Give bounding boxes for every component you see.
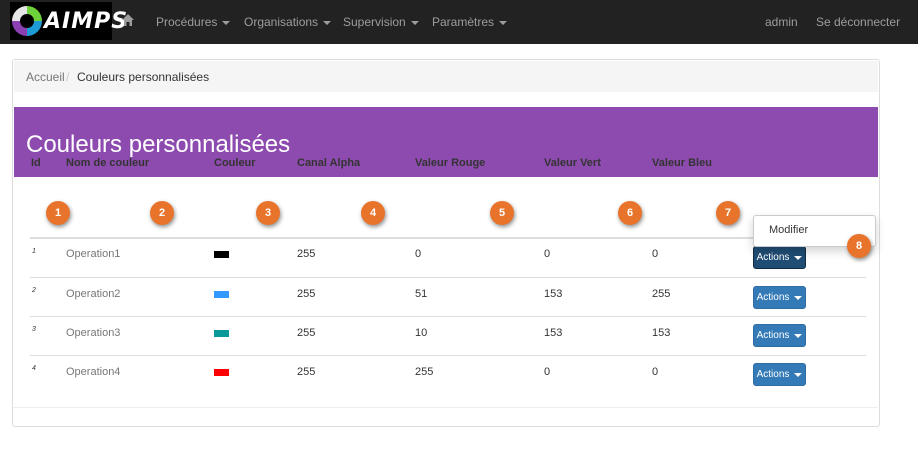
row-1-name: Operation1 <box>66 248 121 260</box>
logo-ring-icon <box>12 6 42 36</box>
caret-down-icon <box>410 20 419 25</box>
callout-6: 6 <box>618 201 642 225</box>
row-3-color-swatch <box>214 330 229 337</box>
row-2-green: 153 <box>544 288 563 300</box>
table-header-divider <box>30 237 866 239</box>
row-3-red: 10 <box>415 327 428 339</box>
row-4-green: 0 <box>544 366 551 378</box>
callout-3: 3 <box>256 201 280 225</box>
row-4-alpha: 255 <box>297 366 316 378</box>
row-2-red: 51 <box>415 288 428 300</box>
page-title: Couleurs personnalisées <box>26 131 291 158</box>
caret-down-icon <box>794 372 803 377</box>
row-4-id: 4 <box>32 365 36 372</box>
callout-4: 4 <box>361 201 385 225</box>
row-2-alpha: 255 <box>297 288 316 300</box>
breadcrumb: Accueil / Couleurs personnalisées <box>14 61 878 92</box>
nav-supervision[interactable]: Supervision <box>343 15 419 29</box>
row-4-red: 255 <box>415 366 434 378</box>
row-1-green: 0 <box>544 248 551 260</box>
callout-7: 7 <box>716 201 740 225</box>
callout-2: 2 <box>150 201 174 225</box>
nav-user[interactable]: admin <box>765 15 798 29</box>
caret-down-icon <box>794 333 803 338</box>
row-3-id: 3 <box>32 326 36 333</box>
logout-link[interactable]: Se déconnecter <box>816 15 900 29</box>
row-1-blue: 0 <box>652 248 659 260</box>
brand-name: AIMPS <box>44 9 129 34</box>
caret-down-icon <box>499 20 508 25</box>
row-divider <box>30 355 866 356</box>
row-4-blue: 0 <box>652 366 659 378</box>
row-3-green: 153 <box>544 327 563 339</box>
content-panel: Accueil / Couleurs personnalisées Couleu… <box>12 59 880 427</box>
row-2-actions-button[interactable]: Actions <box>753 286 806 309</box>
col-header-color: Couleur <box>214 157 256 169</box>
row-1-red: 0 <box>415 248 422 260</box>
brand-logo[interactable]: AIMPS <box>10 2 127 40</box>
nav-procedures[interactable]: Procédures <box>156 15 231 29</box>
breadcrumb-current: Couleurs personnalisées <box>77 70 210 84</box>
nav-organisations[interactable]: Organisations <box>244 15 332 29</box>
col-header-green: Valeur Vert <box>544 157 601 169</box>
breadcrumb-separator: / <box>66 70 70 84</box>
row-1-color-swatch <box>214 251 229 258</box>
row-2-color-swatch <box>214 291 229 298</box>
row-1-alpha: 255 <box>297 248 316 260</box>
row-divider <box>30 316 866 317</box>
col-header-alpha: Canal Alpha <box>297 157 361 169</box>
dropdown-item-modifier[interactable]: Modifier <box>769 224 808 236</box>
row-2-blue: 255 <box>652 288 671 300</box>
col-header-name: Nom de couleur <box>66 157 150 169</box>
callout-1: 1 <box>46 201 70 225</box>
row-3-blue: 153 <box>652 327 671 339</box>
row-4-color-swatch <box>214 369 229 376</box>
row-4-name: Operation4 <box>66 366 121 378</box>
top-navbar: AIMPS Procédures Organisations Supervisi… <box>0 0 918 44</box>
breadcrumb-home-link[interactable]: Accueil <box>26 70 65 84</box>
row-3-actions-button[interactable]: Actions <box>753 324 806 347</box>
callout-5: 5 <box>490 201 514 225</box>
panel-footer-divider <box>13 407 878 408</box>
row-4-actions-button[interactable]: Actions <box>753 363 806 386</box>
caret-down-icon <box>794 295 803 300</box>
row-1-id: 1 <box>32 248 36 255</box>
row-3-name: Operation3 <box>66 327 121 339</box>
row-3-alpha: 255 <box>297 327 316 339</box>
caret-down-icon <box>323 20 332 25</box>
callout-8: 8 <box>847 234 871 258</box>
caret-down-icon <box>794 255 803 260</box>
col-header-id: Id <box>31 157 41 169</box>
row-2-name: Operation2 <box>66 288 121 300</box>
row-divider <box>30 277 866 278</box>
caret-down-icon <box>222 20 231 25</box>
col-header-red: Valeur Rouge <box>415 157 486 169</box>
row-2-id: 2 <box>32 287 36 294</box>
home-icon[interactable] <box>121 13 135 27</box>
row-1-actions-button[interactable]: Actions <box>753 246 806 269</box>
nav-parametres[interactable]: Paramètres <box>432 15 508 29</box>
col-header-blue: Valeur Bleu <box>652 157 712 169</box>
